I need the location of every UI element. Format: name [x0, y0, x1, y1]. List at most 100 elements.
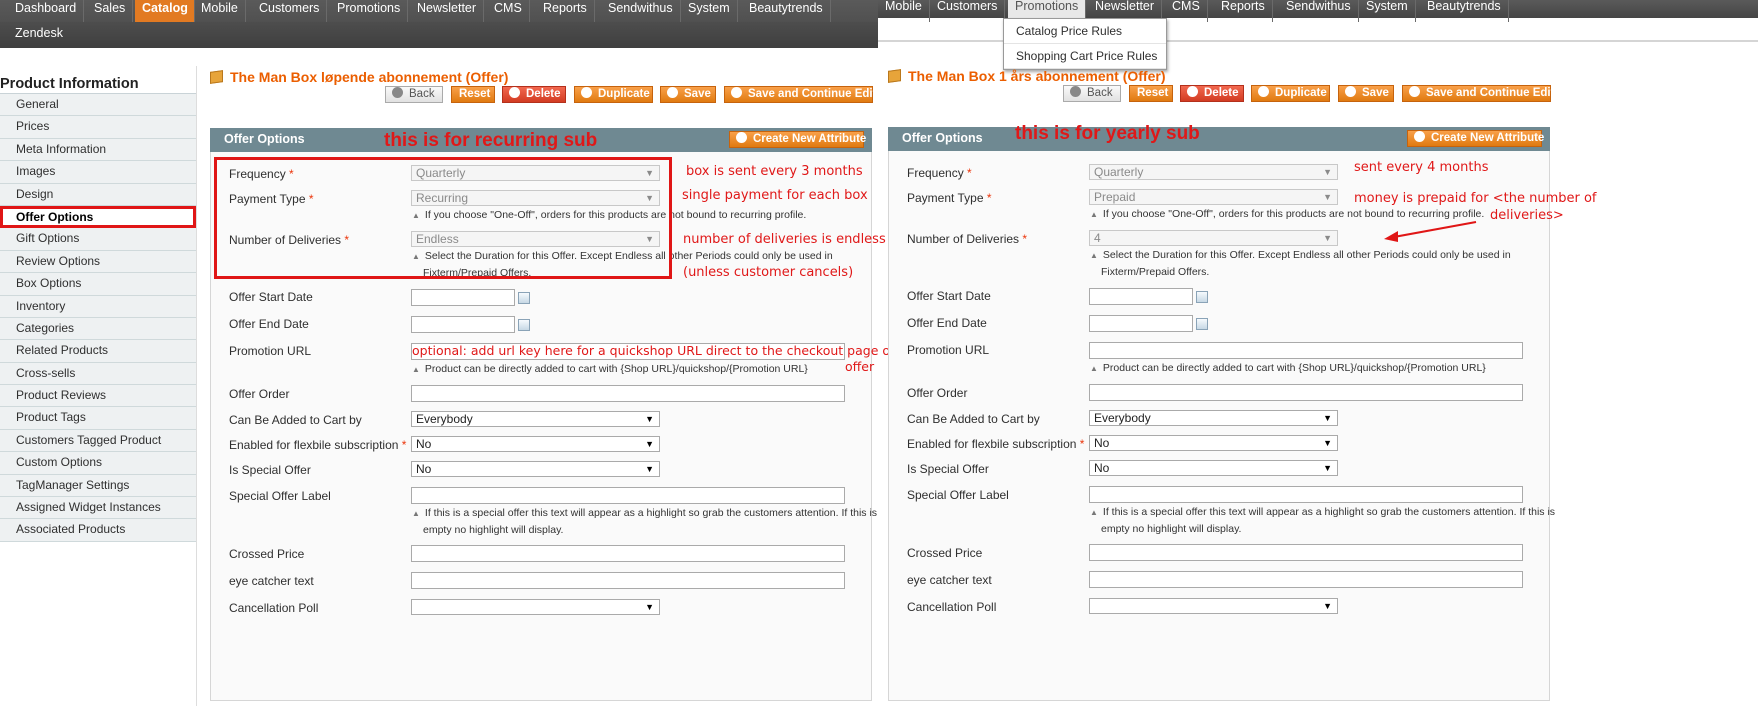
nav-cms[interactable]: CMS: [487, 0, 530, 22]
duplicate-button[interactable]: Duplicate: [574, 86, 653, 103]
reset-button[interactable]: Reset: [451, 86, 495, 103]
promo-url-input[interactable]: [1089, 342, 1523, 359]
calendar-icon[interactable]: [518, 319, 530, 331]
num-deliveries-value: 4: [1094, 231, 1101, 245]
chevron-down-icon: ▼: [645, 602, 654, 612]
sidebar-item-general[interactable]: General: [0, 94, 196, 117]
nav-sales[interactable]: Sales: [87, 0, 134, 22]
crossed-price-input[interactable]: [411, 545, 845, 562]
sidebar-item-product-reviews[interactable]: Product Reviews: [0, 385, 196, 408]
nav-mobile[interactable]: Mobile: [878, 0, 930, 22]
sidebar-item-inventory[interactable]: Inventory: [0, 295, 196, 318]
nav-catalog[interactable]: Catalog: [135, 0, 195, 22]
start-date-label: Offer Start Date: [907, 289, 991, 303]
save-continue-button[interactable]: Save and Continue Edit: [724, 86, 876, 103]
sidebar-item-customers-tagged-product[interactable]: Customers Tagged Product: [0, 429, 196, 453]
sidebar-item-offer-options[interactable]: Offer Options: [0, 205, 196, 229]
cancellation-poll-select[interactable]: ▼: [1089, 598, 1338, 614]
start-date-input[interactable]: [1089, 288, 1193, 305]
duplicate-button[interactable]: Duplicate: [1251, 85, 1330, 102]
eye-catcher-input[interactable]: [411, 572, 845, 589]
special-offer-select[interactable]: No ▼: [411, 461, 660, 477]
sidebar-item-cross-sells[interactable]: Cross-sells: [0, 362, 196, 386]
sidebar-item-categories[interactable]: Categories: [0, 317, 196, 341]
menu-catalog-price-rules[interactable]: Catalog Price Rules: [1004, 19, 1166, 44]
nav-system[interactable]: System: [681, 0, 738, 22]
end-date-input[interactable]: [1089, 315, 1193, 332]
nav-sendwithus[interactable]: Sendwithus: [1279, 0, 1359, 22]
special-label-input[interactable]: [411, 487, 845, 504]
chevron-down-icon: ▼: [1323, 167, 1332, 177]
nav-zendesk[interactable]: Zendesk: [8, 25, 70, 47]
offer-order-input[interactable]: [411, 385, 845, 402]
menu-shopping-cart-price-rules[interactable]: Shopping Cart Price Rules: [1004, 44, 1166, 69]
save-button[interactable]: Save: [660, 86, 716, 103]
sidebar-item-design[interactable]: Design: [0, 183, 196, 206]
crossed-price-input[interactable]: [1089, 544, 1523, 561]
chevron-down-icon: ▼: [645, 414, 654, 424]
sidebar-item-meta-information[interactable]: Meta Information: [0, 138, 196, 162]
sidebar-item-product-tags[interactable]: Product Tags: [0, 407, 196, 430]
flexible-select[interactable]: No ▼: [1089, 435, 1338, 451]
frequency-select[interactable]: Quarterly ▼: [1089, 164, 1338, 180]
sidebar-item-images[interactable]: Images: [0, 161, 196, 184]
sidebar-item-custom-options[interactable]: Custom Options: [0, 452, 196, 475]
create-attribute-button[interactable]: Create New Attribute: [1407, 130, 1544, 147]
added-by-select[interactable]: Everybody ▼: [411, 411, 660, 427]
sidebar-item-review-options[interactable]: Review Options: [0, 250, 196, 274]
eye-catcher-input[interactable]: [1089, 571, 1523, 588]
start-date-input[interactable]: [411, 289, 515, 306]
sidebar-item-prices[interactable]: Prices: [0, 116, 196, 139]
nav-beautytrends[interactable]: Beautytrends: [742, 0, 831, 22]
flexible-select[interactable]: No ▼: [411, 436, 660, 452]
payment-type-select[interactable]: Prepaid ▼: [1089, 189, 1338, 205]
save-continue-button[interactable]: Save and Continue Edit: [1402, 85, 1554, 102]
sidebar-item-box-options[interactable]: Box Options: [0, 273, 196, 296]
added-by-label: Can Be Added to Cart by: [229, 413, 362, 427]
cancellation-poll-label: Cancellation Poll: [907, 600, 997, 614]
nav-dashboard[interactable]: Dashboard: [8, 0, 85, 22]
sidebar-item-associated-products[interactable]: Associated Products: [0, 519, 196, 542]
nav-customers[interactable]: Customers: [252, 0, 328, 22]
sidebar-item-assigned-widget-instances[interactable]: Assigned Widget Instances: [0, 497, 196, 520]
nav-sendwithus[interactable]: Sendwithus: [601, 0, 681, 22]
save-button[interactable]: Save: [1338, 85, 1394, 102]
chevron-down-icon: ▼: [645, 464, 654, 474]
sidebar-item-related-products[interactable]: Related Products: [0, 340, 196, 363]
delete-button[interactable]: Delete: [502, 86, 566, 103]
calendar-icon[interactable]: [1196, 291, 1208, 303]
num-deliveries-select[interactable]: 4 ▼: [1089, 230, 1338, 246]
section-title: Offer Options: [902, 131, 983, 145]
cancellation-poll-select[interactable]: ▼: [411, 599, 660, 615]
reset-button[interactable]: Reset: [1129, 85, 1173, 102]
nav-reports[interactable]: Reports: [1214, 0, 1273, 22]
calendar-icon[interactable]: [1196, 318, 1208, 330]
nav-promotions[interactable]: Promotions: [330, 0, 409, 22]
special-label-input[interactable]: [1089, 486, 1523, 503]
eye-catcher-label: eye catcher text: [907, 573, 992, 587]
back-button[interactable]: Back: [1063, 85, 1121, 102]
delete-button[interactable]: Delete: [1180, 85, 1244, 102]
product-title-text: The Man Box løpende abonnement (Offer): [230, 69, 509, 85]
offer-order-input[interactable]: [1089, 384, 1523, 401]
nav-reports[interactable]: Reports: [536, 0, 595, 22]
annotation-payment-cont: deliveries>: [1490, 208, 1564, 223]
back-button[interactable]: Back: [385, 86, 443, 103]
nav-newsletter[interactable]: Newsletter: [410, 0, 485, 22]
plus-icon: [1258, 86, 1269, 97]
product-box-icon: [888, 69, 901, 83]
sidebar-item-tagmanager-settings[interactable]: TagManager Settings: [0, 474, 196, 498]
nav-system[interactable]: System: [1359, 0, 1416, 22]
nav-beautytrends[interactable]: Beautytrends: [1420, 0, 1509, 22]
nav-mobile[interactable]: Mobile: [194, 0, 246, 22]
calendar-icon[interactable]: [518, 292, 530, 304]
nav-cms[interactable]: CMS: [1165, 0, 1208, 22]
added-by-select[interactable]: Everybody ▼: [1089, 410, 1338, 426]
nav-customers[interactable]: Customers: [930, 0, 1006, 22]
create-attribute-button[interactable]: Create New Attribute: [729, 131, 866, 148]
check-icon: [667, 87, 678, 98]
end-date-input[interactable]: [411, 316, 515, 333]
sidebar-item-gift-options[interactable]: Gift Options: [0, 228, 196, 251]
special-offer-select[interactable]: No ▼: [1089, 460, 1338, 476]
special-label-label: Special Offer Label: [229, 489, 331, 503]
